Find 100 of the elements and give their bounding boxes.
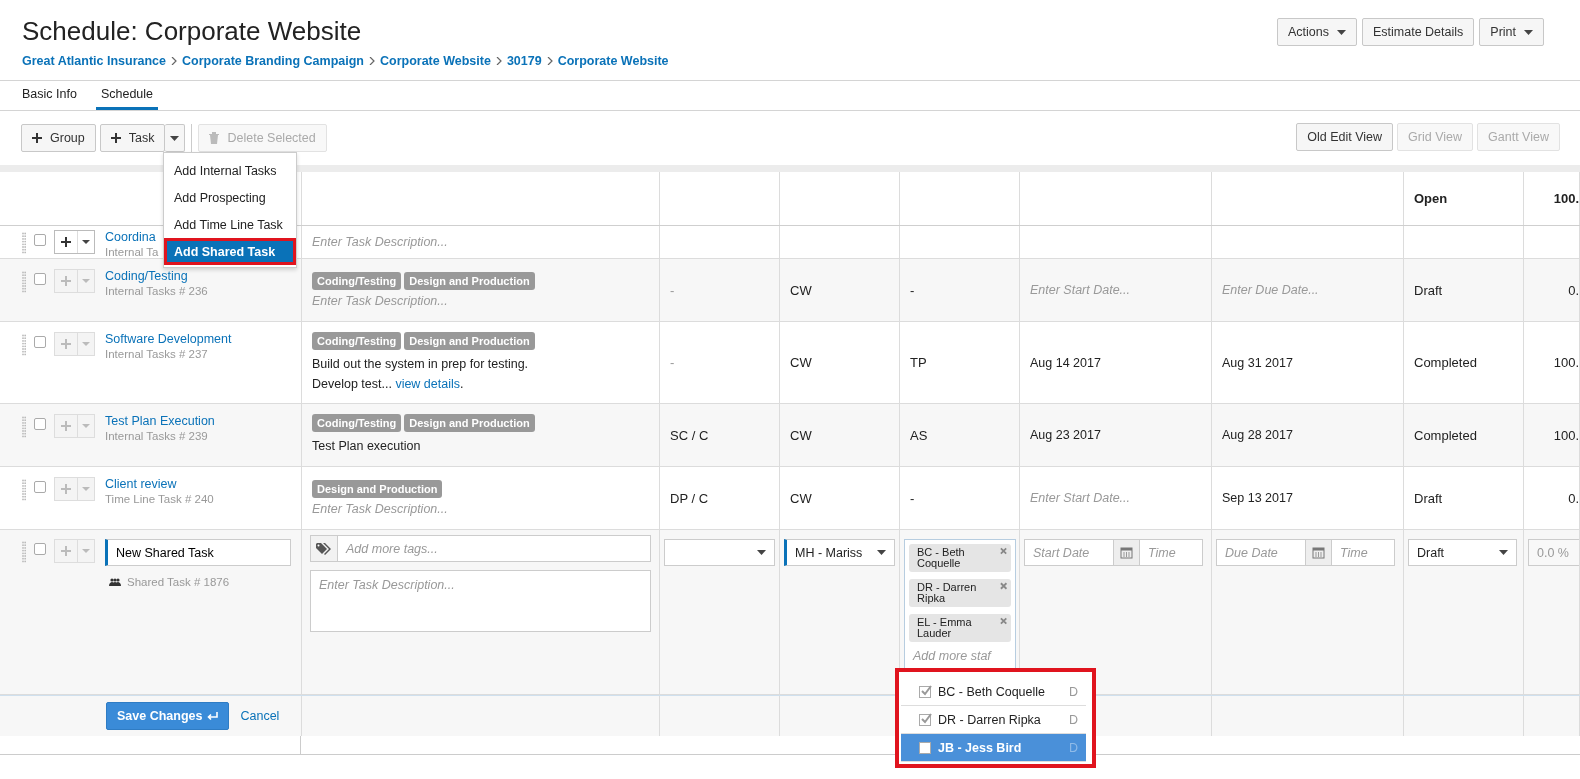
status-select[interactable]: Draft: [1408, 539, 1517, 566]
plus-icon: [61, 421, 71, 431]
table-cell-text: -: [670, 355, 676, 370]
plus-icon: [32, 133, 42, 143]
menu-item[interactable]: Add Time Line Task: [164, 211, 296, 238]
menu-item[interactable]: Add Prospecting: [164, 184, 296, 211]
percent-field[interactable]: 0.0 %: [1528, 539, 1579, 566]
task-description: Enter Task Description...: [312, 294, 449, 308]
tag: Design and Production: [404, 272, 535, 290]
enter-icon: [207, 711, 219, 721]
row-checkbox[interactable]: [34, 481, 46, 493]
percent-cell: 0.: [1568, 282, 1579, 298]
add-group-button[interactable]: Group: [21, 124, 96, 152]
breadcrumb-link[interactable]: Great Atlantic Insurance: [22, 54, 167, 68]
caret-icon: [877, 550, 886, 555]
task-dropdown-button[interactable]: [165, 124, 186, 152]
header-button[interactable]: Actions: [1277, 18, 1357, 46]
caret-icon: [82, 342, 90, 346]
task-description: Build out the system in prep for testing. Develop test... view details.: [312, 355, 530, 393]
breadcrumb-link[interactable]: Corporate Branding Campaign: [182, 54, 364, 68]
date-time-field[interactable]: Start Date Time: [1024, 539, 1203, 566]
drag-handle-icon[interactable]: [22, 541, 26, 563]
table-cell-text: DP / C: [670, 490, 710, 506]
date-cell[interactable]: Aug 28 2017: [1222, 428, 1393, 442]
table-cell-text: CW: [790, 282, 813, 298]
column-header: Open: [1414, 191, 1449, 206]
tag: Coding/Testing: [312, 414, 402, 432]
caret-icon: [82, 279, 90, 283]
row-checkbox[interactable]: [34, 543, 46, 555]
view-button[interactable]: Old Edit View: [1296, 123, 1394, 151]
drag-handle-icon[interactable]: [22, 416, 26, 438]
add-task-button[interactable]: Task: [99, 124, 166, 152]
drag-handle-icon[interactable]: [22, 479, 26, 501]
row-checkbox[interactable]: [34, 273, 46, 285]
breadcrumb-link[interactable]: Corporate Website: [557, 54, 669, 68]
row-checkbox[interactable]: [34, 234, 46, 246]
tag: Coding/Testing: [312, 331, 402, 350]
task-title-link[interactable]: Test Plan Execution: [105, 414, 215, 428]
breadcrumb-link[interactable]: 30179: [506, 54, 542, 68]
tags-field[interactable]: Add more tags...: [310, 535, 651, 562]
tag: Design and Production: [404, 331, 535, 350]
task-title-link[interactable]: Software Development: [105, 332, 232, 346]
menu-item[interactable]: Add Internal Tasks: [164, 157, 296, 184]
select-field[interactable]: [664, 539, 775, 566]
staff-option[interactable]: JB - Jess Bird D: [901, 734, 1086, 762]
close-icon[interactable]: [999, 582, 1007, 590]
task-type-label: Internal Tasks # 239: [105, 430, 209, 442]
cancel-link[interactable]: Cancel: [240, 709, 280, 723]
row-checkbox[interactable]: [34, 418, 46, 430]
tab[interactable]: Basic Info: [22, 81, 82, 110]
header-button[interactable]: Estimate Details: [1362, 18, 1475, 46]
task-title-link[interactable]: Coding/Testing: [105, 269, 208, 283]
tab[interactable]: Schedule: [95, 81, 158, 110]
staff-chip: BC - Beth Coquelle: [909, 544, 1011, 572]
close-icon[interactable]: [999, 547, 1007, 555]
date-cell[interactable]: Enter Due Date...: [1222, 283, 1393, 297]
date-time-field[interactable]: Due Date Time: [1216, 539, 1395, 566]
task-title-link[interactable]: Client review: [105, 477, 214, 491]
task-description: Test Plan execution: [312, 438, 422, 455]
percent-cell: 100.: [1553, 427, 1579, 443]
task-type-label: Time Line Task # 240: [105, 493, 214, 505]
menu-item[interactable]: Add Shared Task: [164, 238, 296, 265]
date-cell[interactable]: Aug 23 2017: [1030, 428, 1201, 442]
close-icon[interactable]: [999, 617, 1007, 625]
date-cell[interactable]: Enter Start Date...: [1030, 283, 1201, 297]
trash-icon: [209, 132, 220, 144]
page-title: Schedule: Corporate Website: [22, 16, 363, 46]
date-cell[interactable]: Sep 13 2017: [1222, 491, 1393, 505]
plus-icon: [61, 546, 71, 556]
breadcrumb-link[interactable]: Corporate Website: [380, 54, 491, 68]
plus-icon: [61, 237, 71, 247]
table-cell-text: AS: [910, 427, 929, 443]
caret-icon: [1524, 29, 1533, 35]
table-cell-text: CW: [790, 490, 813, 506]
header-button[interactable]: Print: [1479, 18, 1544, 46]
caret-icon: [1499, 550, 1508, 555]
task-type-label: Internal Tasks # 236: [105, 285, 208, 297]
save-changes-button[interactable]: Save Changes: [106, 702, 230, 730]
date-cell[interactable]: Aug 31 2017: [1222, 355, 1393, 370]
task-type-label: Internal Tasks # 237: [105, 348, 209, 360]
plus-icon: [110, 133, 121, 143]
task-name-field[interactable]: New Shared Task: [105, 539, 291, 566]
date-cell[interactable]: Aug 14 2017: [1030, 355, 1201, 370]
task-type-label: Shared Task # 1876: [127, 576, 230, 588]
plus-icon: [61, 484, 71, 494]
drag-handle-icon[interactable]: [22, 271, 26, 293]
drag-handle-icon[interactable]: [22, 334, 26, 356]
task-title-link[interactable]: Coordina: [105, 230, 159, 244]
people-icon: [109, 578, 121, 586]
row-checkbox[interactable]: [34, 336, 46, 348]
staff-option[interactable]: BC - Beth Coquelle D: [901, 678, 1086, 706]
caret-icon: [170, 135, 180, 141]
view-details-link[interactable]: view details: [395, 376, 460, 391]
add-split-button[interactable]: [54, 230, 95, 254]
table-cell-text: CW: [790, 355, 813, 370]
description-field[interactable]: Enter Task Description...: [310, 570, 651, 632]
date-cell[interactable]: Enter Start Date...: [1030, 491, 1201, 505]
task-description: Enter Task Description...: [312, 235, 449, 249]
assignee-select[interactable]: MH - Mariss: [784, 539, 895, 566]
drag-handle-icon[interactable]: [22, 232, 26, 254]
